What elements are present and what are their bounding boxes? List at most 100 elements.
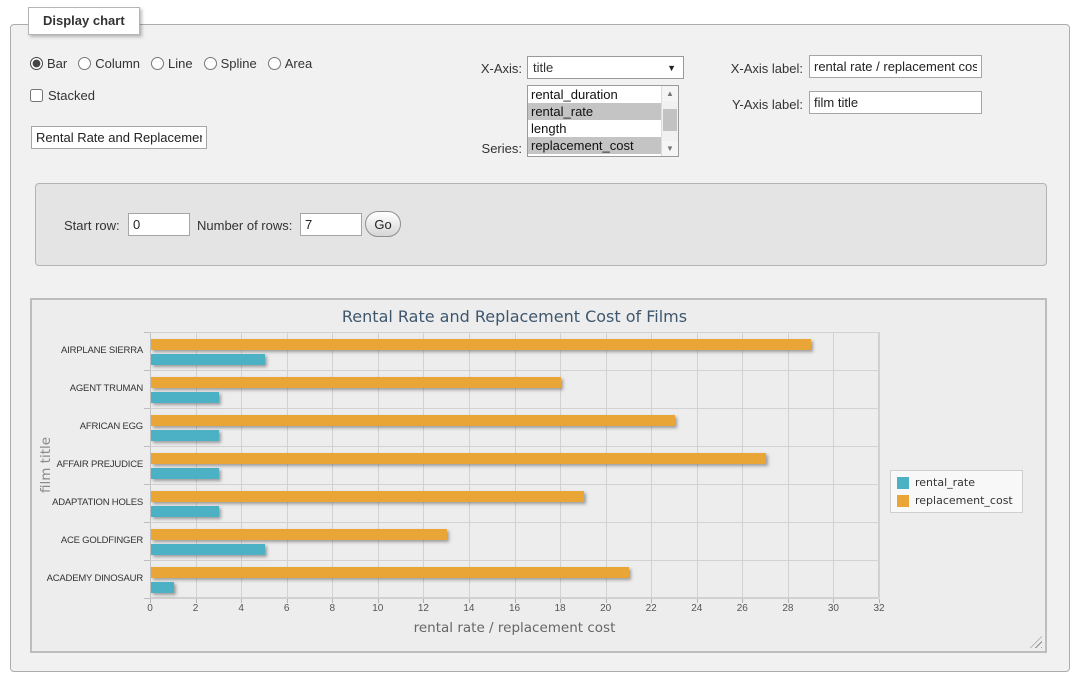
listbox-scrollbar[interactable]: ▲ ▼	[661, 86, 678, 156]
grid-line-vertical	[651, 332, 652, 598]
x-axis-select-label: X-Axis:	[440, 61, 522, 76]
bar-rental_rate	[151, 430, 219, 441]
chart-type-radio-label: Column	[95, 56, 140, 71]
bar-rental_rate	[151, 582, 174, 593]
chart-type-radio-group: Bar Column Line Spline Area	[30, 56, 312, 71]
legend-item-rental_rate[interactable]: rental_rate	[897, 476, 1013, 489]
series-listbox[interactable]: rental_durationrental_ratelengthreplacem…	[527, 85, 679, 157]
resize-handle-icon[interactable]	[1030, 636, 1042, 648]
category-label: ACE GOLDFINGER	[32, 535, 143, 546]
y-axis-label-input[interactable]	[809, 91, 982, 114]
x-axis-tick-label: 10	[358, 603, 398, 614]
category-label: ACADEMY DINOSAUR	[32, 573, 143, 584]
series-options: rental_durationrental_ratelengthreplacem…	[528, 86, 661, 156]
y-axis-tick-mark	[144, 598, 150, 599]
grid-line-vertical	[332, 332, 333, 598]
x-axis-label-input[interactable]	[809, 55, 982, 78]
x-axis-tick-label: 28	[768, 603, 808, 614]
chart-legend: rental_rate replacement_cost	[890, 470, 1023, 513]
series-option-rental_duration[interactable]: rental_duration	[528, 86, 661, 103]
grid-line-vertical	[515, 332, 516, 598]
category-label: ADAPTATION HOLES	[32, 497, 143, 508]
scroll-up-arrow-icon[interactable]: ▲	[662, 86, 678, 101]
bar-replacement_cost	[151, 377, 561, 388]
chart-type-option-spline[interactable]: Spline	[204, 56, 257, 71]
chart-type-option-area[interactable]: Area	[268, 56, 312, 71]
y-axis-tick-mark	[144, 446, 150, 447]
fieldset-legend-title: Display chart	[28, 7, 140, 35]
display-chart-page: Display chart Bar Column Line Spline Area St…	[0, 0, 1081, 681]
x-axis-tick-label: 32	[859, 603, 899, 614]
x-axis-tick-label: 14	[449, 603, 489, 614]
select-dropdown-arrow-icon: ▼	[667, 63, 676, 73]
bar-rental_rate	[151, 392, 219, 403]
grid-line-horizontal	[150, 522, 879, 523]
grid-line-vertical	[560, 332, 561, 598]
category-label: AGENT TRUMAN	[32, 383, 143, 394]
chart-title: Rental Rate and Replacement Cost of Film…	[150, 307, 879, 326]
grid-line-vertical	[469, 332, 470, 598]
chart-type-radio-line[interactable]	[151, 57, 164, 70]
number-of-rows-label: Number of rows:	[197, 218, 292, 233]
grid-line-vertical	[606, 332, 607, 598]
grid-line-vertical	[241, 332, 242, 598]
x-axis-tick-label: 8	[312, 603, 352, 614]
start-row-label: Start row:	[64, 218, 120, 233]
category-label: AFRICAN EGG	[32, 421, 143, 432]
x-axis-tick-label: 20	[586, 603, 626, 614]
grid-line-vertical	[378, 332, 379, 598]
series-option-replacement_cost[interactable]: replacement_cost	[528, 137, 661, 154]
grid-line-horizontal	[150, 332, 879, 333]
x-axis-tick-label: 16	[495, 603, 535, 614]
grid-line-vertical	[742, 332, 743, 598]
bar-rental_rate	[151, 468, 219, 479]
x-axis-title: rental rate / replacement cost	[150, 620, 879, 636]
chart-type-option-bar[interactable]: Bar	[30, 56, 67, 71]
chart-type-radio-label: Area	[285, 56, 312, 71]
grid-line-horizontal	[150, 484, 879, 485]
bar-rental_rate	[151, 544, 265, 555]
chart-type-radio-column[interactable]	[78, 57, 91, 70]
y-axis-tick-mark	[144, 408, 150, 409]
scrollbar-track[interactable]	[662, 101, 678, 141]
x-axis-select[interactable]: title ▼	[527, 56, 684, 79]
legend-swatch-icon	[897, 495, 909, 507]
legend-label: replacement_cost	[915, 494, 1013, 507]
start-row-input[interactable]	[128, 213, 190, 236]
grid-line-horizontal	[150, 560, 879, 561]
x-axis-tick-label: 22	[631, 603, 671, 614]
scroll-down-arrow-icon[interactable]: ▼	[662, 141, 678, 156]
x-axis-tick-label: 26	[722, 603, 762, 614]
y-axis-tick-mark	[144, 332, 150, 333]
legend-item-replacement_cost[interactable]: replacement_cost	[897, 494, 1013, 507]
y-axis-label-caption: Y-Axis label:	[715, 97, 803, 112]
chart-type-radio-label: Bar	[47, 56, 67, 71]
chart-type-radio-area[interactable]	[268, 57, 281, 70]
stacked-checkbox-row[interactable]: Stacked	[30, 88, 95, 103]
chart-type-radio-label: Line	[168, 56, 193, 71]
chart-title-input[interactable]	[31, 126, 207, 149]
stacked-label: Stacked	[48, 88, 95, 103]
grid-line-horizontal	[150, 598, 879, 599]
chart-type-option-line[interactable]: Line	[151, 56, 193, 71]
scrollbar-thumb[interactable]	[663, 109, 677, 131]
chart-type-option-column[interactable]: Column	[78, 56, 140, 71]
x-axis-tick-label: 6	[267, 603, 307, 614]
bar-replacement_cost	[151, 339, 811, 350]
bar-replacement_cost	[151, 415, 675, 426]
chart-type-radio-bar[interactable]	[30, 57, 43, 70]
go-button[interactable]: Go	[365, 211, 401, 237]
chart-type-radio-spline[interactable]	[204, 57, 217, 70]
bar-replacement_cost	[151, 453, 766, 464]
number-of-rows-input[interactable]	[300, 213, 362, 236]
stacked-checkbox[interactable]	[30, 89, 43, 102]
legend-label: rental_rate	[915, 476, 975, 489]
y-axis-tick-mark	[144, 560, 150, 561]
grid-line-horizontal	[150, 446, 879, 447]
series-option-rental_rate[interactable]: rental_rate	[528, 103, 661, 120]
bar-replacement_cost	[151, 529, 447, 540]
grid-line-horizontal	[150, 370, 879, 371]
series-option-length[interactable]: length	[528, 120, 661, 137]
category-label: AIRPLANE SIERRA	[32, 345, 143, 356]
x-axis-tick-label: 24	[677, 603, 717, 614]
